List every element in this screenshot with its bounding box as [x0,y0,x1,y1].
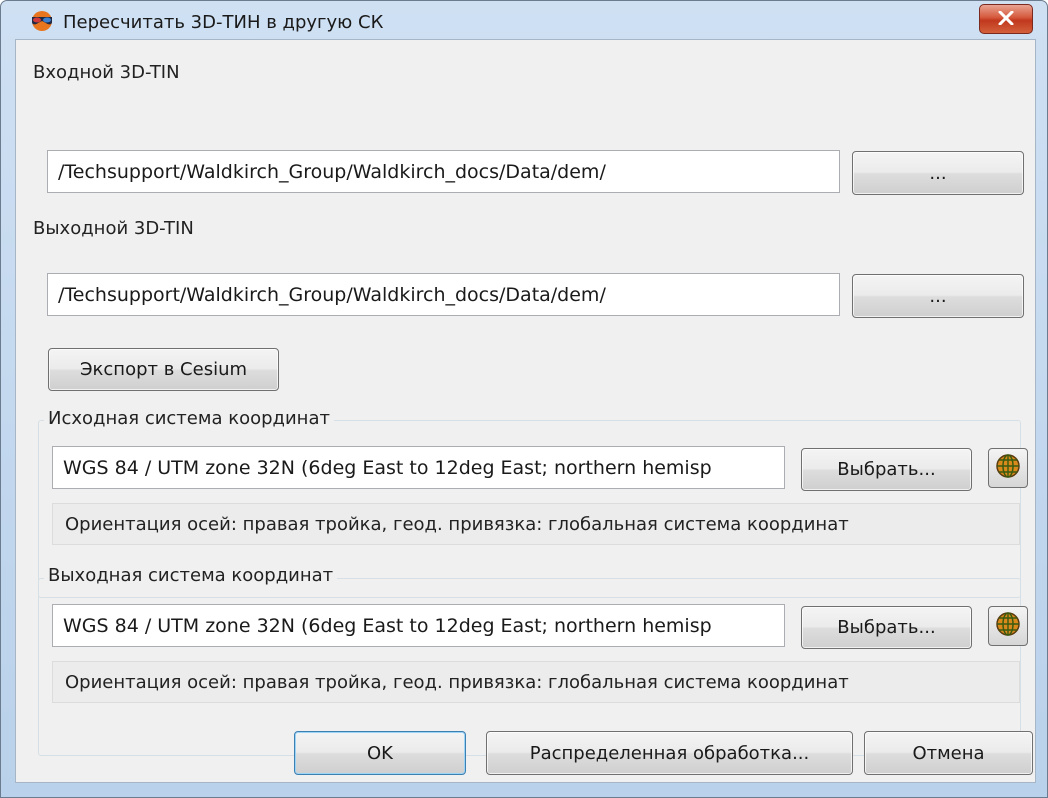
input-tin-label: Входной 3D-TIN [33,62,180,83]
source-cs-globe-button[interactable] [988,448,1028,488]
title-bar[interactable]: Пересчитать 3D-ТИН в другую СК [1,1,1047,41]
output-tin-path-field[interactable]: /Techsupport/Waldkirch_Group/Waldkirch_d… [47,273,840,316]
ok-button[interactable]: OK [294,731,466,775]
globe-icon [995,453,1021,483]
source-cs-field[interactable]: WGS 84 / UTM zone 32N (6deg East to 12de… [52,446,785,489]
target-cs-globe-button[interactable] [988,606,1028,646]
output-tin-browse-button[interactable]: ... [852,274,1024,318]
source-cs-select-button[interactable]: Выбрать... [801,448,972,491]
app-3d-glasses-icon [28,10,56,32]
target-cs-field[interactable]: WGS 84 / UTM zone 32N (6deg East to 12de… [52,604,785,647]
input-tin-browse-button[interactable]: ... [852,151,1024,195]
output-tin-label: Выходной 3D-TIN [33,218,194,239]
dialog-client-area: Входной 3D-TIN /Techsupport/Waldkirch_Gr… [15,39,1036,783]
globe-icon [995,611,1021,641]
target-cs-info: Ориентация осей: правая тройка, геод. пр… [52,661,1020,703]
cancel-button[interactable]: Отмена [864,731,1033,775]
target-cs-select-button[interactable]: Выбрать... [801,606,972,649]
window-title: Пересчитать 3D-ТИН в другую СК [63,12,384,33]
distributed-processing-button[interactable]: Распределенная обработка... [486,731,853,775]
source-cs-legend: Исходная система координат [44,408,334,429]
target-cs-legend: Выходная система координат [44,565,338,586]
close-icon [998,10,1014,29]
source-cs-info: Ориентация осей: правая тройка, геод. пр… [52,503,1020,545]
export-cesium-button[interactable]: Экспорт в Cesium [48,348,279,391]
dialog-window: Пересчитать 3D-ТИН в другую СК Входной 3… [0,0,1048,798]
close-button[interactable] [979,4,1033,34]
input-tin-path-field[interactable]: /Techsupport/Waldkirch_Group/Waldkirch_d… [47,150,840,193]
